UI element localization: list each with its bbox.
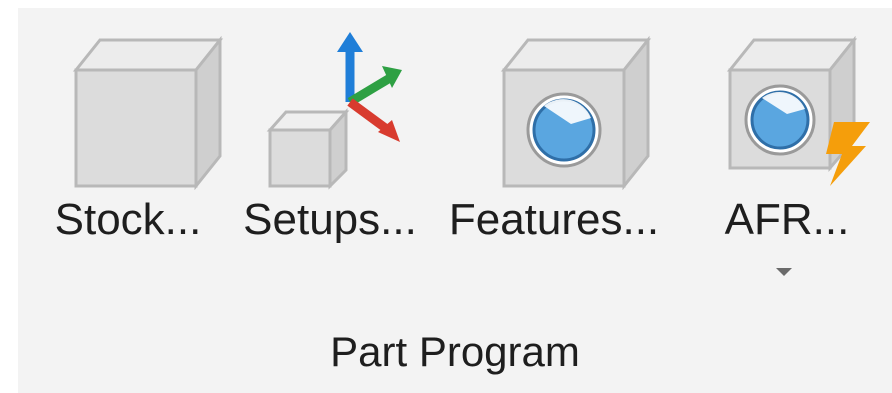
chevron-down-icon[interactable] [776,268,792,276]
afr-lightning-icon [726,35,870,186]
afr-button[interactable]: AFR... [692,8,882,308]
stock-box-icon [72,35,224,190]
feature-box-icon [500,35,652,190]
stock-label: Stock... [54,195,202,244]
features-button[interactable]: Features... [436,8,672,308]
stock-button[interactable]: Stock... [28,8,228,308]
features-label: Features... [448,195,660,244]
group-title: Part Program [330,328,580,375]
setups-button[interactable]: Setups... [230,8,430,308]
setups-label: Setups... [243,195,417,244]
setup-axes-icon [266,32,402,190]
ribbon-group-part-program: Stock... Setups... Features... AFR... Pa… [18,8,892,393]
afr-label: AFR... [724,195,850,244]
